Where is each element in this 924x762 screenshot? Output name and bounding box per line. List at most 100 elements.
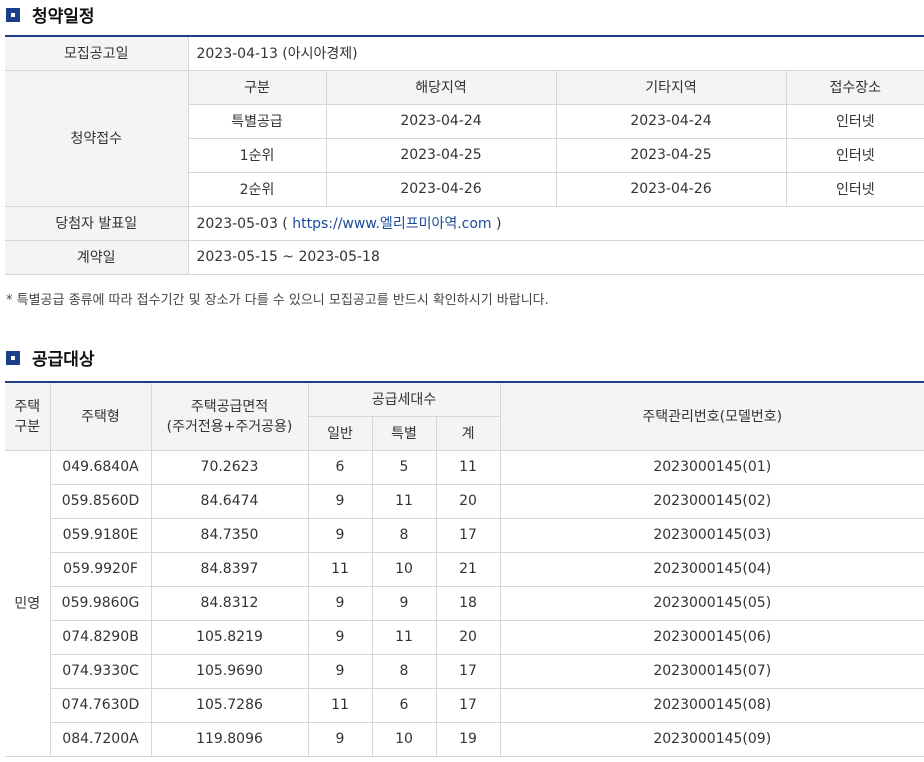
header-general: 일반: [308, 415, 373, 451]
table-cell: 074.8290B: [50, 619, 152, 655]
apply-header: 구분: [187, 69, 327, 105]
table-cell: 2023000145(01): [499, 449, 924, 485]
header-model: 주택관리번호(모델번호): [499, 381, 924, 451]
table-cell: 19: [435, 721, 501, 757]
table-cell: 2023000145(04): [499, 551, 924, 587]
table-cell: 5: [371, 449, 437, 485]
apply-label: 청약접수: [5, 69, 189, 207]
table-cell: 9: [307, 483, 373, 519]
table-cell: 9: [307, 585, 373, 621]
table-cell: 119.8096: [150, 721, 309, 757]
table-row: 074.9330C 105.9690 9 8 17 2023000145(07): [5, 653, 924, 689]
apply-cell: 1순위: [188, 137, 327, 173]
header-type: 주택형: [49, 381, 152, 451]
table-cell: 2023000145(02): [499, 483, 924, 519]
schedule-section-title: 청약일정: [6, 2, 95, 27]
table-cell: 84.8397: [150, 551, 309, 587]
header-units: 공급세대수: [307, 381, 501, 417]
table-cell: 9: [307, 721, 373, 757]
table-cell: 2023000145(07): [499, 653, 924, 689]
table-cell: 049.6840A: [49, 449, 152, 485]
apply-cell: 인터넷: [785, 137, 924, 173]
supply-title: 공급대상: [32, 350, 95, 370]
header-text: 주택공급면적: [190, 399, 269, 416]
header-area: 주택공급면적 (주거전용+주거공용): [150, 381, 309, 451]
table-cell: 9: [307, 653, 373, 689]
header-text: 구분: [14, 419, 41, 436]
table-cell: 11: [371, 483, 437, 519]
table-cell: 2023000145(06): [499, 619, 924, 655]
table-cell: 074.9330C: [50, 653, 152, 689]
table-cell: 105.9690: [150, 653, 309, 689]
apply-header: 해당지역: [325, 69, 557, 105]
schedule-title: 청약일정: [32, 7, 95, 27]
winner-close: ): [496, 216, 502, 232]
notice-label: 모집공고일: [5, 35, 189, 71]
table-row: 민영 049.6840A 70.2623 6 5 11 2023000145(01): [5, 449, 924, 757]
table-cell: 11: [307, 551, 373, 587]
table-cell: 20: [435, 483, 501, 519]
apply-cell: 2023-04-26: [325, 171, 557, 207]
table-cell: 105.8219: [150, 619, 309, 655]
table-cell: 21: [435, 551, 501, 587]
table-cell: 18: [435, 585, 501, 621]
winner-url-link[interactable]: https://www.엘리프미아역.com: [292, 216, 491, 232]
table-cell: 84.6474: [150, 483, 309, 519]
winner-date: 2023-05-03 (: [196, 216, 288, 232]
category-cell: 민영: [5, 449, 51, 757]
apply-cell: 인터넷: [785, 103, 924, 139]
square-bullet-icon: [6, 350, 20, 365]
table-cell: 17: [435, 653, 501, 689]
apply-cell: 2023-04-24: [555, 103, 787, 139]
square-bullet-icon: [6, 7, 20, 22]
table-cell: 059.9920F: [50, 551, 152, 587]
schedule-table: 모집공고일 2023-04-13 (아시아경제) 청약접수 구분 해당지역 기타…: [5, 35, 924, 275]
header-house-category: 주택 구분: [5, 381, 51, 451]
apply-cell: 2순위: [188, 171, 327, 207]
table-row: 074.8290B 105.8219 9 11 20 2023000145(06): [5, 619, 924, 655]
table-row: 059.9920F 84.8397 11 10 21 2023000145(04): [5, 551, 924, 587]
table-cell: 2023000145(08): [499, 687, 924, 723]
header-special: 특별: [371, 415, 437, 451]
table-cell: 84.7350: [150, 517, 309, 553]
table-cell: 6: [307, 449, 373, 485]
table-cell: 6: [371, 687, 437, 723]
apply-header: 기타지역: [555, 69, 787, 105]
table-cell: 2023000145(03): [499, 517, 924, 553]
winner-value: 2023-05-03 ( https://www.엘리프미아역.com ): [187, 205, 924, 241]
table-cell: 8: [371, 517, 437, 553]
apply-cell: 2023-04-25: [555, 137, 787, 173]
header-text: (주거전용+주거공용): [166, 419, 293, 436]
winner-label: 당첨자 발표일: [5, 205, 189, 241]
table-cell: 8: [371, 653, 437, 689]
apply-cell: 인터넷: [785, 171, 924, 207]
apply-cell: 2023-04-24: [325, 103, 557, 139]
table-cell: 059.9860G: [50, 585, 152, 621]
schedule-note: * 특별공급 종류에 따라 접수기간 및 장소가 다를 수 있으니 모집공고를 …: [6, 293, 549, 308]
apply-cell: 특별공급: [188, 103, 327, 139]
table-row: 084.7200A 119.8096 9 10 19 2023000145(09): [5, 721, 924, 757]
contract-label: 계약일: [5, 239, 189, 275]
apply-cell: 2023-04-26: [555, 171, 787, 207]
table-cell: 2023000145(09): [499, 721, 924, 757]
table-row: 074.7630D 105.7286 11 6 17 2023000145(08): [5, 687, 924, 723]
table-cell: 9: [307, 619, 373, 655]
apply-cell: 2023-04-25: [325, 137, 557, 173]
table-cell: 10: [371, 551, 437, 587]
table-row: 059.9860G 84.8312 9 9 18 2023000145(05): [5, 585, 924, 621]
table-row: 059.8560D 84.6474 9 11 20 2023000145(02): [5, 483, 924, 519]
supply-table: 주택 구분 주택형 주택공급면적 (주거전용+주거공용) 공급세대수 주택관리번…: [5, 381, 924, 757]
table-cell: 11: [307, 687, 373, 723]
contract-value: 2023-05-15 ~ 2023-05-18: [187, 239, 924, 275]
table-cell: 17: [435, 687, 501, 723]
table-cell: 084.7200A: [50, 721, 152, 757]
table-cell: 17: [435, 517, 501, 553]
table-cell: 11: [371, 619, 437, 655]
table-cell: 074.7630D: [50, 687, 152, 723]
table-cell: 105.7286: [150, 687, 309, 723]
table-cell: 11: [435, 449, 501, 485]
table-row: 059.9180E 84.7350 9 8 17 2023000145(03): [5, 517, 924, 553]
table-cell: 059.8560D: [50, 483, 152, 519]
notice-value: 2023-04-13 (아시아경제): [187, 35, 924, 71]
table-cell: 84.8312: [150, 585, 309, 621]
